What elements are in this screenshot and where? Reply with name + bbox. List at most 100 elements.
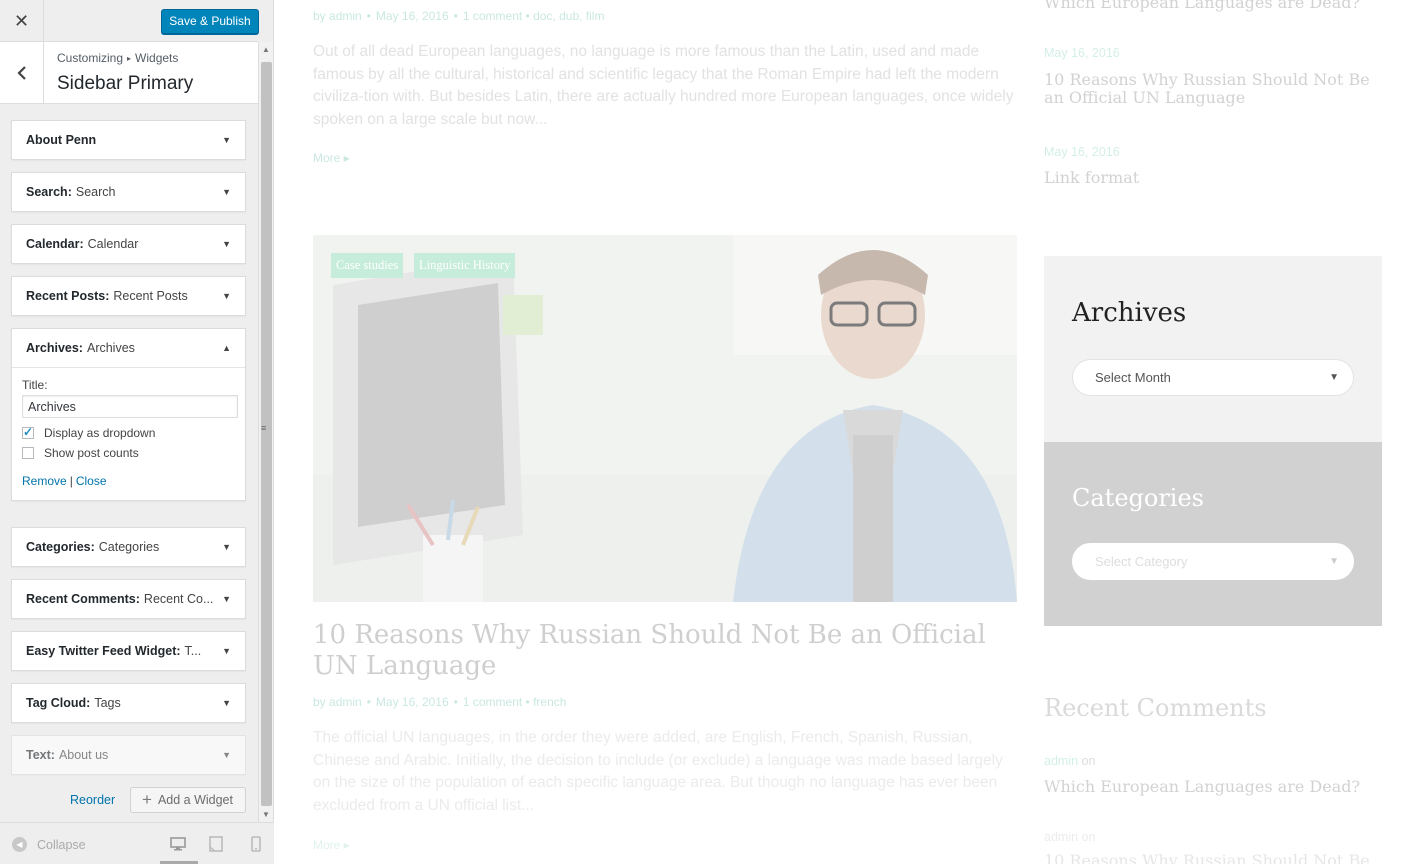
widget-easy-twitter-feed[interactable]: Easy Twitter Feed Widget: T... ▼: [11, 631, 246, 671]
widget-archives[interactable]: Archives:Archives ▲ Title: Display as dro…: [11, 328, 246, 501]
close-customizer-button[interactable]: ✕: [0, 0, 44, 42]
display-dropdown-checkbox[interactable]: [22, 425, 34, 439]
widget-name: Text:: [26, 748, 55, 762]
category-tag[interactable]: Case studies: [331, 253, 404, 278]
show-counts-row: Show post counts: [22, 446, 235, 460]
show-counts-label: Show post counts: [44, 446, 139, 460]
post-meta: by admin • May 16, 2016 • 1 comment • french: [313, 695, 567, 709]
post-excerpt: The official UN languages, in the order …: [313, 729, 1003, 814]
widget-header[interactable]: Recent Posts: Recent Posts ▼: [12, 277, 245, 315]
widget-header[interactable]: Search: Search ▼: [12, 173, 245, 211]
widget-header[interactable]: Recent Comments: Recent Co... ▼: [12, 580, 245, 618]
widget-categories[interactable]: Categories: Categories ▼: [11, 527, 246, 567]
post-tags[interactable]: • french: [526, 695, 567, 709]
widget-header[interactable]: Easy Twitter Feed Widget: T... ▼: [12, 632, 245, 670]
comments-link[interactable]: 1 comment: [463, 9, 522, 23]
caret-down-icon: ▼: [222, 594, 231, 604]
featured-image[interactable]: Case studies Linguistic History: [313, 235, 1017, 602]
reorder-link[interactable]: Reorder: [70, 793, 115, 807]
widget-header[interactable]: Calendar: Calendar ▼: [12, 225, 245, 263]
widget-subtitle: Calendar: [87, 237, 139, 251]
close-icon: ✕: [13, 10, 30, 31]
customizer-footer: ◀ Collapse: [0, 822, 274, 864]
archives-select[interactable]: Select Month ▼: [1072, 359, 1354, 396]
comments-link[interactable]: 1 comment: [463, 695, 522, 709]
widget-tag-cloud[interactable]: Tag Cloud: Tags ▼: [11, 683, 246, 723]
read-more-link[interactable]: More ▸: [313, 838, 350, 852]
mobile-icon[interactable]: [247, 835, 265, 853]
more-label: More: [313, 151, 341, 165]
recent-comments-title: Recent Comments: [1044, 694, 1267, 722]
collapse-label: Collapse: [37, 837, 86, 852]
widget-name: Recent Posts:: [26, 289, 110, 303]
widget-calendar[interactable]: Calendar: Calendar ▼: [11, 224, 246, 264]
widget-subtitle: Tags: [94, 696, 121, 710]
widget-subtitle: Search: [75, 185, 116, 199]
widget-text[interactable]: Text: About us ▼: [11, 735, 246, 775]
post-title[interactable]: 10 Reasons Why Russian Should Not Be an …: [313, 620, 1017, 682]
widget-subtitle: Recent Co...: [143, 592, 214, 606]
comment-post-link[interactable]: Which European Languages are Dead?: [1044, 778, 1384, 796]
widget-header[interactable]: Text: About us ▼: [12, 736, 245, 774]
title-input[interactable]: [22, 395, 238, 418]
breadcrumb-current: Widgets: [135, 51, 179, 65]
widget-header[interactable]: Archives: Archives ▲: [12, 329, 245, 367]
categories-select[interactable]: Select Category ▼: [1072, 543, 1354, 580]
recent-post-link[interactable]: Link format: [1044, 169, 1384, 187]
customizer-header: ✕ Save & Publish: [0, 0, 259, 42]
desktop-icon[interactable]: [169, 835, 187, 853]
categories-select-value: Select Category: [1095, 554, 1188, 569]
add-widget-label: Add a Widget: [157, 793, 233, 807]
archives-title: Archives: [1072, 298, 1187, 328]
featured-image-illustration: [313, 235, 1017, 602]
widget-recent-posts[interactable]: Recent Posts: Recent Posts ▼: [11, 276, 246, 316]
scroll-up-arrow-icon[interactable]: ▲: [262, 45, 270, 54]
caret-down-icon: ▼: [222, 135, 231, 145]
widget-header[interactable]: Tag Cloud: Tags ▼: [12, 684, 245, 722]
widget-header[interactable]: About Penn ▼: [12, 121, 245, 159]
tablet-icon[interactable]: [207, 835, 225, 853]
plus-icon: +: [142, 790, 152, 809]
recent-post-link[interactable]: Which European Languages are Dead?: [1044, 0, 1384, 12]
post-date-link[interactable]: May 16, 2016: [376, 695, 449, 709]
widget-recent-comments[interactable]: Recent Comments: Recent Co... ▼: [11, 579, 246, 619]
widget-search[interactable]: Search: Search ▼: [11, 172, 246, 212]
widget-subtitle: T...: [184, 644, 202, 658]
widget-name: Easy Twitter Feed Widget:: [26, 644, 181, 658]
show-counts-checkbox[interactable]: [22, 447, 34, 459]
caret-down-icon: ▼: [222, 291, 231, 301]
widget-name: About Penn: [26, 133, 97, 147]
link-separator: |: [69, 474, 73, 488]
comment-author-link[interactable]: admin: [1044, 754, 1078, 768]
comment-post-link[interactable]: 10 Reasons Why Russian Should Not Be an: [1044, 852, 1384, 864]
post-date-link[interactable]: May 16, 2016: [376, 9, 449, 23]
back-button[interactable]: [0, 42, 44, 104]
widget-header[interactable]: Categories: Categories ▼: [12, 528, 245, 566]
remove-widget-link[interactable]: Remove: [22, 474, 67, 488]
widget-subtitle: Recent Posts: [113, 289, 188, 303]
post-author-link[interactable]: admin: [329, 9, 362, 23]
recent-post-link[interactable]: 10 Reasons Why Russian Should Not Be an …: [1044, 71, 1384, 107]
caret-down-icon: ▼: [1329, 372, 1339, 383]
scroll-down-arrow-icon[interactable]: ▼: [262, 810, 270, 819]
add-widget-button[interactable]: + Add a Widget: [130, 787, 246, 813]
category-tag[interactable]: Linguistic History: [414, 253, 516, 278]
collapse-button[interactable]: ◀ Collapse: [12, 837, 86, 852]
site-preview: by admin • May 16, 2016 • 1 comment • doc, d…: [274, 0, 1419, 864]
caret-up-icon: ▲: [222, 343, 231, 353]
caret-down-icon: ▼: [222, 750, 231, 760]
sidebar-scrollbar[interactable]: ▲ ≡ ▼: [258, 42, 273, 822]
save-publish-button[interactable]: Save & Publish: [161, 9, 259, 34]
meta-by: by: [313, 695, 326, 709]
caret-down-icon: ▼: [1329, 556, 1339, 567]
widget-name: Search:: [26, 185, 72, 199]
close-widget-link[interactable]: Close: [76, 474, 107, 488]
read-more-link[interactable]: More ▸: [313, 151, 350, 165]
widget-name: Recent Comments:: [26, 592, 140, 606]
post-tags[interactable]: • doc, dub, film: [526, 9, 605, 23]
widget-about-penn[interactable]: About Penn ▼: [11, 120, 246, 160]
post-author-link[interactable]: admin: [329, 695, 362, 709]
scrollbar-thumb[interactable]: [261, 62, 272, 806]
archives-widget-preview: Archives Select Month ▼: [1044, 256, 1382, 442]
section-title: Sidebar Primary: [57, 73, 194, 94]
